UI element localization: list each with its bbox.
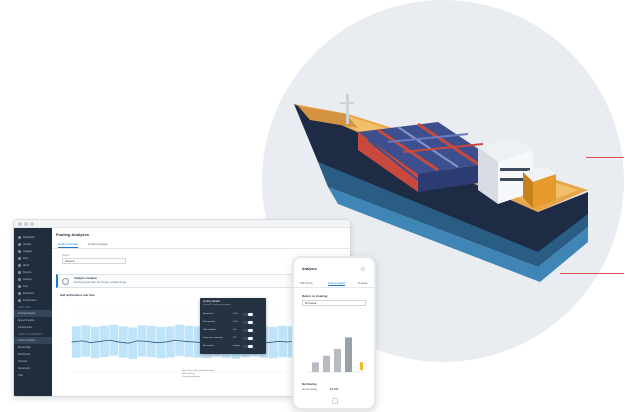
- data-point: [193, 341, 195, 343]
- nav-icon: [18, 278, 21, 281]
- sidebar-item[interactable]: Voyages: [14, 248, 52, 255]
- nav-icon: [18, 285, 21, 288]
- nav-icon: [18, 257, 21, 260]
- data-point: [287, 341, 289, 343]
- toggle-switch[interactable]: [243, 329, 253, 332]
- sidebar-item[interactable]: Consumption: [14, 324, 52, 331]
- close-icon[interactable]: ×: [360, 266, 366, 272]
- highlight-marker: [360, 362, 363, 370]
- phone-tab[interactable]: Hull Fouling: [300, 282, 313, 285]
- data-point: [90, 342, 92, 344]
- tooltip-title: Fouling details: [203, 300, 220, 303]
- data-point: [165, 341, 167, 343]
- sidebar-item[interactable]: Fuel: [14, 283, 52, 290]
- sidebar-item[interactable]: Dashboard: [14, 234, 52, 241]
- data-point: [99, 340, 101, 342]
- nav-icon: [18, 264, 21, 267]
- phone-footer-label: Annual saving: [302, 388, 318, 391]
- sidebar-item[interactable]: Export Data: [14, 344, 52, 351]
- data-point: [146, 340, 148, 342]
- window-titlebar: [14, 220, 350, 228]
- tooltip-row: Fuel penalty 6.1%: [203, 320, 263, 326]
- vessel-field-label: Vessel: [62, 254, 70, 257]
- bar: [334, 348, 341, 372]
- data-point: [71, 341, 73, 343]
- sidebar-item[interactable]: Forecast: [14, 358, 52, 365]
- sidebar-item[interactable]: Documents: [14, 365, 52, 372]
- legend-item: Propeller polishing: [182, 376, 200, 378]
- bar: [345, 337, 352, 372]
- chart-title: Hull performance over time: [60, 294, 95, 297]
- tooltip-row: Speed loss 4.2%: [203, 312, 263, 318]
- phone-tab[interactable]: Propeller: [358, 282, 368, 285]
- data-point: [184, 340, 186, 342]
- toggle-switch[interactable]: [243, 313, 253, 316]
- toggle-switch[interactable]: [243, 337, 253, 340]
- tooltip-row: Next action Inspect: [203, 344, 263, 350]
- phone-section-title: Return on cleaning: [302, 294, 328, 298]
- tab-divider: [52, 248, 350, 249]
- sidebar-item[interactable]: Benchmark: [14, 351, 52, 358]
- tooltip-subtitle: Vessel A · last measurement: [203, 304, 231, 306]
- nav-icon: [18, 299, 21, 302]
- phone-footer-title: Net Saving: [302, 382, 317, 386]
- sidebar-item[interactable]: Reports: [14, 269, 52, 276]
- phone-footer-value: $1.8M: [330, 387, 339, 391]
- window-maximize-dot[interactable]: [30, 222, 34, 226]
- data-point: [80, 340, 82, 342]
- data-point: [174, 339, 176, 341]
- phone-vessel-select[interactable]: All Vessels: [302, 300, 366, 306]
- nav-icon: [18, 243, 21, 246]
- tab-fouling-analyses[interactable]: Fouling Analyses: [88, 243, 108, 246]
- return-on-cleaning-chart[interactable]: [302, 314, 366, 378]
- mobile-app-phone: Analyses × Hull Fouling Fouling Analysis…: [292, 256, 376, 410]
- toggle-switch[interactable]: [243, 345, 253, 348]
- alert-subtitle: Fouling analysis data, last 90 days, upd…: [74, 282, 127, 284]
- page-title: Fouling Analyses: [56, 232, 89, 237]
- sidebar-item[interactable]: Emissions: [14, 290, 52, 297]
- phone-tab-active[interactable]: Fouling Analysis: [328, 282, 346, 286]
- fouling-tooltip: Fouling details Vessel A · last measurem…: [200, 298, 266, 354]
- data-point: [137, 340, 139, 342]
- alert-title: Analysis complete: [74, 277, 97, 280]
- bar: [323, 355, 330, 372]
- data-point: [109, 339, 111, 341]
- sidebar-item[interactable]: Performance: [14, 297, 52, 304]
- nav-icon: [18, 271, 21, 274]
- data-point: [127, 342, 129, 344]
- data-point: [118, 341, 120, 343]
- sidebar-item[interactable]: Help: [14, 372, 52, 379]
- phone-title: Analyses: [302, 267, 317, 271]
- tooltip-row: Days since cleaning 212: [203, 336, 263, 342]
- sidebar-item-active[interactable]: Fouling Analysis: [14, 310, 52, 317]
- window-close-dot[interactable]: [18, 222, 22, 226]
- data-point: [155, 342, 157, 344]
- nav-icon: [18, 292, 21, 295]
- sidebar-item[interactable]: Speed Analysis: [14, 317, 52, 324]
- tooltip-row: Hull condition Fair: [203, 328, 263, 334]
- sidebar: Dashboard Vessels Voyages Fleet Alerts R…: [14, 228, 52, 396]
- sidebar-item[interactable]: Alerts: [14, 262, 52, 269]
- vessel-select[interactable]: Vessel A: [62, 258, 126, 264]
- home-button[interactable]: [332, 398, 338, 404]
- phone-tab-divider: [294, 287, 374, 288]
- sidebar-item[interactable]: Settings: [14, 276, 52, 283]
- nav-icon: [18, 250, 21, 253]
- data-point: [268, 342, 270, 344]
- sidebar-item-active[interactable]: Custom Reports: [14, 337, 52, 344]
- sidebar-item[interactable]: Vessels: [14, 241, 52, 248]
- sidebar-item[interactable]: Fleet: [14, 255, 52, 262]
- nav-icon: [18, 236, 21, 239]
- data-point: [277, 340, 279, 342]
- bar: [312, 362, 319, 372]
- info-icon: [62, 278, 69, 285]
- toggle-switch[interactable]: [243, 321, 253, 324]
- chart-legend: Speed loss with confidence band Hull cle…: [182, 370, 214, 379]
- window-minimize-dot[interactable]: [24, 222, 28, 226]
